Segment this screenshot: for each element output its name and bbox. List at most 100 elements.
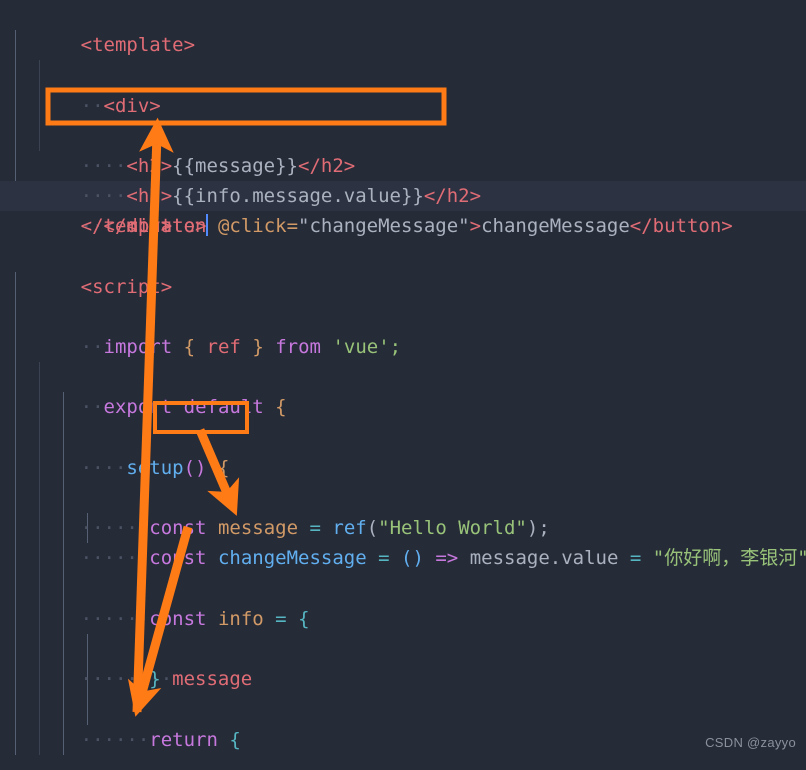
- whitespace-dots: ······: [80, 517, 150, 540]
- token-paren-open: (: [366, 517, 379, 540]
- code-line-13[interactable]: ····setup() {: [0, 362, 806, 479]
- indent-guide: [63, 422, 64, 453]
- indent-guide: [39, 633, 40, 665]
- whitespace-dots: ··: [80, 336, 104, 359]
- indent-guide: [63, 694, 64, 725]
- token-equals: =: [629, 547, 642, 570]
- token-gt: >: [469, 215, 482, 238]
- token-script-open: <script>: [80, 275, 173, 298]
- token-h2-open: <h2>: [126, 185, 173, 208]
- indent-guide: [15, 60, 16, 91]
- indent-guide: [39, 724, 40, 755]
- indent-guide: [15, 452, 16, 483]
- indent-guide: [63, 452, 64, 483]
- indent-guide: [15, 90, 16, 121]
- token-brace-open: {: [229, 728, 241, 751]
- indent-guide: [39, 603, 40, 634]
- indent-guide: [15, 392, 16, 423]
- token-brace-open: {: [298, 607, 310, 630]
- indent-guide: [15, 422, 16, 453]
- token-message-value: message.value: [469, 547, 619, 570]
- token-info-message-prop: message: [172, 668, 253, 691]
- indent-guide: [63, 483, 64, 514]
- token-h2-open: <h2>: [126, 154, 173, 177]
- indent-guide: [39, 664, 40, 695]
- code-line-22[interactable]: ········message,: [0, 633, 806, 665]
- token-changeMessage-variable: changeMessage: [217, 547, 367, 570]
- indent-guide: [15, 120, 16, 151]
- token-click-value: "changeMessage": [298, 215, 470, 238]
- whitespace-dots: ··: [80, 94, 104, 117]
- token-default-keyword: default: [183, 396, 264, 419]
- code-line-20[interactable]: [0, 573, 806, 604]
- token-export-keyword: export: [103, 396, 173, 419]
- text-cursor: [206, 214, 209, 237]
- token-return-keyword: return: [149, 728, 218, 751]
- token-info-variable: info: [217, 607, 264, 630]
- token-chinese-string: "你好啊，李银河": [652, 547, 806, 570]
- indent-guide: [63, 603, 64, 634]
- indent-guide: [63, 664, 64, 695]
- indent-guide: [15, 332, 16, 363]
- indent-guide: [39, 392, 40, 423]
- indent-guide: [15, 483, 16, 514]
- code-line-3[interactable]: ····<h2>{{message}}</h2>: [0, 60, 806, 177]
- token-from-keyword: from: [275, 336, 321, 359]
- token-template-close: </template>: [80, 215, 207, 238]
- indent-guide: [15, 150, 16, 182]
- whitespace-dots: ······: [80, 607, 150, 630]
- indent-guide: [15, 362, 16, 393]
- token-brace-open: {: [217, 456, 230, 479]
- token-click-attr: @click=: [217, 215, 299, 238]
- token-equals: =: [275, 607, 287, 630]
- token-const-keyword: const: [149, 547, 207, 570]
- indent-guide: [63, 543, 64, 574]
- indent-guide: [39, 543, 40, 574]
- csdn-watermark: CSDN @zayyo: [705, 734, 796, 750]
- indent-guide: [63, 573, 64, 604]
- indent-guide: [39, 60, 40, 91]
- whitespace-dots: ··: [80, 396, 104, 419]
- token-arrow-parens: (): [401, 547, 424, 570]
- token-arrow-operator: =>: [435, 547, 459, 570]
- token-const-keyword: const: [149, 607, 207, 630]
- indent-guide: [15, 573, 16, 604]
- token-brace-close: }: [252, 336, 264, 359]
- whitespace-dots: ······: [80, 668, 150, 691]
- token-import-keyword: import: [103, 336, 173, 359]
- token-brace-open: {: [183, 336, 196, 359]
- code-line-15[interactable]: ······const changeMessage = () => messag…: [0, 422, 806, 569]
- token-semicolon: ;: [538, 517, 550, 540]
- token-paren-close: ): [526, 517, 539, 540]
- code-line-5[interactable]: ····<button @click="changeMessage">chang…: [0, 120, 806, 237]
- code-line-11[interactable]: [0, 301, 806, 333]
- indent-guide: [39, 573, 40, 604]
- indent-guide: [15, 724, 16, 755]
- indent-guide: [15, 513, 16, 544]
- indent-guide: [39, 120, 40, 151]
- token-h2-close: </h2>: [423, 185, 482, 208]
- indent-guide: [15, 603, 16, 634]
- token-mustache-message: {{message}}: [172, 154, 299, 177]
- code-line-17[interactable]: ······const info = {: [0, 483, 806, 630]
- indent-guide: [87, 633, 88, 665]
- indent-guide: [15, 271, 16, 302]
- code-content[interactable]: <template> ··<div> ····<h2>{{message}}</…: [0, 0, 806, 770]
- indent-guide: [39, 513, 40, 544]
- code-line-9[interactable]: <script>: [0, 242, 806, 298]
- token-const-keyword: const: [149, 517, 207, 540]
- indent-guide: [39, 90, 40, 121]
- token-hello-world-string: "Hello World": [378, 517, 527, 540]
- token-h2-close: </h2>: [298, 154, 356, 177]
- token-brace-close: }: [149, 668, 161, 691]
- indent-guide: [39, 362, 40, 393]
- code-line-24[interactable]: ········info: [0, 694, 806, 725]
- code-editor-screenshot: <template> ··<div> ····<h2>{{message}}</…: [0, 0, 806, 770]
- indent-guide: [39, 452, 40, 483]
- indent-guide: [63, 513, 64, 544]
- code-line-1[interactable]: <template>: [0, 0, 806, 56]
- token-ref-call: ref: [332, 517, 367, 540]
- token-div-open: <div>: [103, 94, 161, 117]
- indent-guide: [39, 483, 40, 514]
- whitespace-dots: ····: [80, 154, 127, 177]
